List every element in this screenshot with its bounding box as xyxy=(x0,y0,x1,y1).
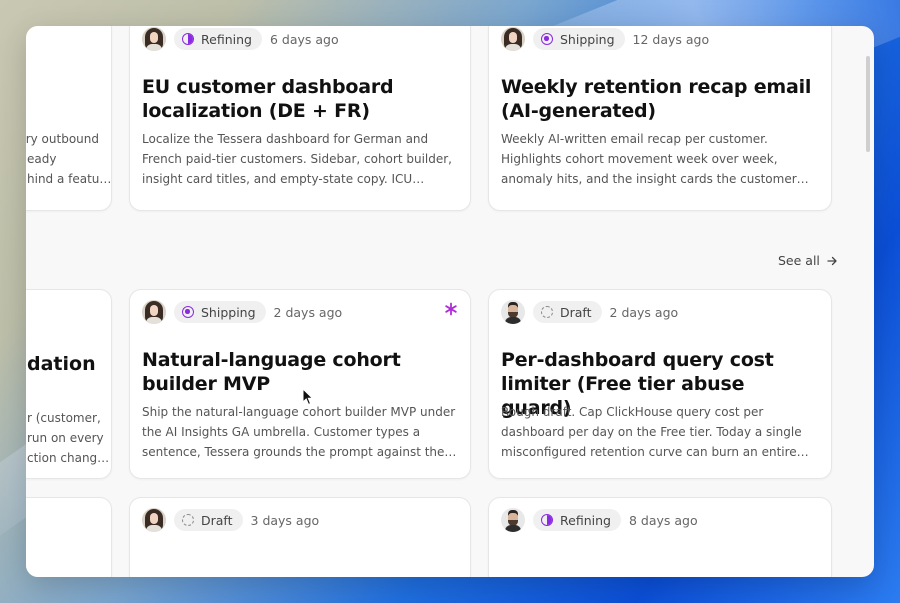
avatar xyxy=(142,300,166,324)
feature-card[interactable]: Draft 2 days ago Per-dashboard query cos… xyxy=(488,289,832,479)
status-label: Refining xyxy=(560,512,611,528)
feature-card[interactable]: Shipping 2 days ago Natural-language coh… xyxy=(129,289,471,479)
status-badge: Refining xyxy=(533,509,621,531)
avatar xyxy=(142,508,166,532)
feature-card[interactable]: Refining 8 days ago xyxy=(488,497,832,577)
arrow-right-icon xyxy=(827,256,837,265)
partial-card[interactable] xyxy=(26,497,112,577)
status-badge: Shipping xyxy=(174,301,266,323)
draft-icon xyxy=(182,514,194,526)
see-all-label: See all xyxy=(778,253,820,268)
partial-card-line: r (customer, xyxy=(27,411,101,425)
draft-icon xyxy=(541,306,553,318)
partial-card-title: dation xyxy=(27,353,96,375)
refining-icon xyxy=(541,514,553,526)
avatar xyxy=(501,508,525,532)
partial-card[interactable]: dation r (customer, run on every ction c… xyxy=(26,289,112,479)
status-badge: Draft xyxy=(174,509,243,531)
partial-card-line: ction chang… xyxy=(27,451,110,465)
status-badge: Refining xyxy=(174,28,262,50)
timestamp: 3 days ago xyxy=(250,512,320,528)
status-label: Shipping xyxy=(201,304,256,320)
timestamp: 2 days ago xyxy=(273,304,343,320)
timestamp: 2 days ago xyxy=(609,304,679,320)
feature-card[interactable]: Shipping 12 days ago Weekly retention re… xyxy=(488,26,832,211)
status-badge: Draft xyxy=(533,301,602,323)
card-description: Weekly AI-written email recap per custom… xyxy=(501,132,797,186)
card-description: Localize the Tessera dashboard for Germa… xyxy=(142,132,452,186)
scrollbar[interactable] xyxy=(866,56,870,152)
status-badge: Shipping xyxy=(533,28,625,50)
shipping-icon xyxy=(182,306,194,318)
avatar xyxy=(501,27,525,51)
card-title: Natural-language cohort builder MVP xyxy=(142,349,401,395)
ai-sparkle-icon xyxy=(445,302,457,316)
partial-card[interactable]: ery outbound eady hind a featu… xyxy=(26,26,112,211)
timestamp: 8 days ago xyxy=(628,512,698,528)
status-label: Draft xyxy=(201,512,233,528)
card-description: Ship the natural-language cohort builder… xyxy=(142,405,457,459)
mouse-cursor-icon xyxy=(302,388,314,406)
avatar xyxy=(142,27,166,51)
status-label: Shipping xyxy=(560,31,615,47)
status-label: Refining xyxy=(201,31,252,47)
avatar xyxy=(501,300,525,324)
partial-card-line: run on every xyxy=(27,431,104,445)
feature-card[interactable]: Draft 3 days ago xyxy=(129,497,471,577)
card-description: Rough draft. Cap ClickHouse query cost p… xyxy=(501,405,802,459)
feature-card[interactable]: Refining 6 days ago EU customer dashboar… xyxy=(129,26,471,211)
refining-icon xyxy=(182,33,194,45)
app-window: ery outbound eady hind a featu… dation r… xyxy=(26,26,874,577)
partial-card-line: eady xyxy=(27,152,57,166)
see-all-link[interactable]: See all xyxy=(778,253,838,268)
partial-card-line: ery outbound xyxy=(26,132,99,146)
card-title: Weekly retention recap email (AI-generat… xyxy=(501,76,812,122)
timestamp: 12 days ago xyxy=(632,31,710,47)
partial-card-line: hind a featu… xyxy=(27,172,112,186)
shipping-icon xyxy=(541,33,553,45)
status-label: Draft xyxy=(560,304,592,320)
timestamp: 6 days ago xyxy=(269,31,339,47)
card-title: EU customer dashboard localization (DE +… xyxy=(142,76,394,122)
